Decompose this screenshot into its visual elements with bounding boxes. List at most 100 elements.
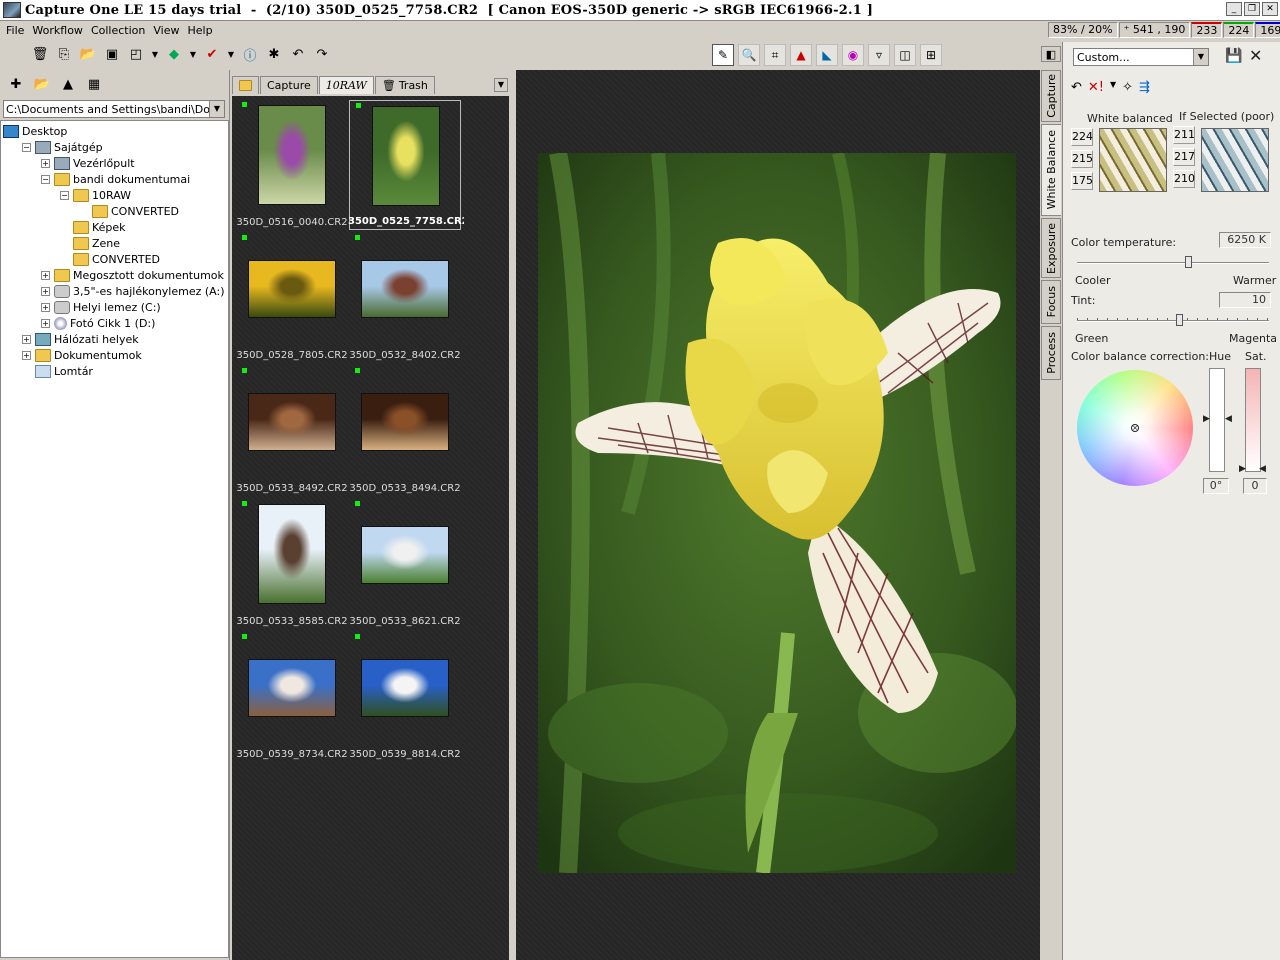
tab-folder[interactable] [232, 76, 259, 94]
tree-node[interactable]: Desktop [1, 123, 228, 139]
focus-mask-icon[interactable]: ▿ [868, 44, 890, 66]
menu-file[interactable]: File [2, 24, 28, 37]
grid-icon[interactable]: ▦ [84, 74, 104, 94]
tab-focus[interactable]: Focus [1041, 280, 1061, 324]
tree-node[interactable]: + Megosztott dokumentumok [1, 267, 228, 283]
tree-node[interactable]: Zene [1, 235, 228, 251]
menu-help[interactable]: Help [183, 24, 216, 37]
thumbnail-item[interactable]: 350D_0528_7805.CR2 [236, 233, 348, 363]
thumbnail-item[interactable]: 350D_0539_8814.CR2 [349, 632, 461, 762]
thumbnail-item[interactable]: 350D_0525_7758.CR2 [348, 100, 464, 230]
color-balance-wheel[interactable]: × [1077, 370, 1193, 486]
thumbnail-image[interactable] [373, 107, 439, 205]
thumbnail-item[interactable]: 350D_0532_8402.CR2 [349, 233, 461, 363]
tree-node[interactable]: + Vezérlőpult [1, 155, 228, 171]
wb-preset-select[interactable]: Custom... ▼ [1073, 48, 1209, 66]
close-icon[interactable]: ✕ [1249, 46, 1262, 65]
copy-icon[interactable]: ⎘ [54, 44, 74, 64]
thumbnail-item[interactable]: 350D_0516_0040.CR2 [236, 100, 348, 230]
menu-collection[interactable]: Collection [87, 24, 149, 37]
crop-icon[interactable]: ⌗ [764, 44, 786, 66]
tint-slider-knob[interactable] [1175, 314, 1183, 326]
thumbnail-item[interactable]: 350D_0533_8621.CR2 [349, 499, 461, 629]
tree-node[interactable]: +3,5"-es hajlékonylemez (A:) [1, 283, 228, 299]
chevron-down-icon[interactable]: ▼ [1193, 49, 1208, 65]
thumbnail-image[interactable] [249, 660, 335, 716]
sat-value[interactable]: 0 [1243, 478, 1267, 494]
thumbnail-image[interactable] [362, 660, 448, 716]
wand-icon[interactable]: ✧ [1122, 80, 1133, 95]
thumbnail-image[interactable] [249, 261, 335, 317]
expand-toggle-icon[interactable]: + [41, 302, 50, 312]
reset-icon[interactable]: ↶ [1071, 80, 1082, 95]
chevron-down-icon[interactable]: ▼ [226, 44, 236, 64]
tab-capture[interactable]: Capture [260, 76, 318, 94]
expand-toggle-icon[interactable]: + [41, 318, 50, 328]
window-icon[interactable]: ◰ [126, 44, 146, 64]
zoom-icon[interactable]: 🔍 [738, 44, 760, 66]
sat-marker-icon[interactable]: ▶ [1239, 464, 1246, 474]
thumbnail-item[interactable]: 350D_0533_8585.CR2 [236, 499, 348, 629]
new-folder-icon[interactable]: ✱ [264, 44, 284, 64]
chevron-down-icon[interactable]: ▼ [188, 44, 198, 64]
color-temperature-value[interactable]: 6250 K [1219, 232, 1271, 248]
temperature-slider-knob[interactable] [1185, 256, 1193, 268]
menu-workflow[interactable]: Workflow [28, 24, 87, 37]
tree-node[interactable]: Képek [1, 219, 228, 235]
underexposure-icon[interactable]: ◣ [816, 44, 838, 66]
hue-marker-icon[interactable]: ◀ [1225, 414, 1232, 424]
expand-toggle-icon[interactable]: − [22, 142, 31, 152]
check-icon[interactable]: ✔ [202, 44, 222, 64]
thumbnail-item[interactable]: 350D_0539_8734.CR2 [236, 632, 348, 762]
tag-icon[interactable]: ◆ [164, 44, 184, 64]
sat-marker-icon[interactable]: ◀ [1259, 464, 1266, 474]
tab-capture-panel[interactable]: Capture [1041, 70, 1061, 122]
thumbnail-item[interactable]: 350D_0533_8494.CR2 [349, 366, 461, 496]
panel-collapse-icon[interactable]: ◧ [1041, 46, 1061, 62]
expand-toggle-icon[interactable]: + [41, 270, 50, 280]
tree-node[interactable]: CONVERTED [1, 203, 228, 219]
info-icon[interactable]: ⓘ [240, 44, 260, 64]
sat-bar[interactable] [1245, 368, 1261, 472]
restore-button[interactable]: ❐ [1244, 2, 1260, 16]
overexposure-icon[interactable]: ▲ [790, 44, 812, 66]
hue-bar[interactable] [1209, 368, 1225, 472]
tint-slider[interactable] [1077, 320, 1269, 322]
rotate-left-icon[interactable]: ↶ [288, 44, 308, 64]
tree-node[interactable]: − bandi dokumentumai [1, 171, 228, 187]
close-button[interactable]: ✕ [1262, 2, 1278, 16]
tab-exposure[interactable]: Exposure [1041, 218, 1061, 278]
tree-node[interactable]: + Fotó Cikk 1 (D:) [1, 315, 228, 331]
new-folder-icon[interactable]: ✚ [6, 74, 26, 94]
expand-toggle-icon[interactable]: + [22, 350, 31, 360]
tree-node[interactable]: − Sajátgép [1, 139, 228, 155]
folder-path-combo[interactable]: C:\Documents and Settings\bandi\Dokument… [3, 100, 225, 118]
menu-view[interactable]: View [149, 24, 183, 37]
thumbnail-image[interactable] [362, 527, 448, 583]
tree-node[interactable]: CONVERTED [1, 251, 228, 267]
save-icon[interactable]: 💾 [1225, 48, 1242, 64]
tint-value[interactable]: 10 [1219, 292, 1271, 308]
apply-icon[interactable]: ⇶ [1139, 80, 1150, 95]
rotate-right-icon[interactable]: ↷ [312, 44, 332, 64]
tab-trash[interactable]: 🗑 Trash [374, 76, 435, 94]
expand-toggle-icon[interactable]: − [41, 174, 50, 184]
expand-toggle-icon[interactable]: + [41, 158, 50, 168]
open-folder-icon[interactable]: 📂 [78, 44, 98, 64]
expand-toggle-icon[interactable]: + [22, 334, 31, 344]
tree-node[interactable]: + Helyi lemez (C:) [1, 299, 228, 315]
develop-icon[interactable]: ▣ [102, 44, 122, 64]
expand-toggle-icon[interactable]: − [60, 190, 69, 200]
fit-icon[interactable]: ⊞ [920, 44, 942, 66]
thumbnail-image[interactable] [259, 505, 325, 603]
tree-node[interactable]: Lomtár [1, 363, 228, 379]
tree-node[interactable]: − 10RAW [1, 187, 228, 203]
chevron-down-icon[interactable]: ▼ [150, 44, 160, 64]
minimize-button[interactable]: _ [1226, 2, 1242, 16]
thumbnail-image[interactable] [249, 394, 335, 450]
delete-icon[interactable]: 🗑 [30, 44, 50, 64]
crosshair-icon[interactable]: × [1131, 424, 1139, 432]
tree-node[interactable]: + Dokumentumok [1, 347, 228, 363]
thumbnail-image[interactable] [259, 106, 325, 204]
chevron-down-icon[interactable]: ▼ [1110, 80, 1116, 95]
